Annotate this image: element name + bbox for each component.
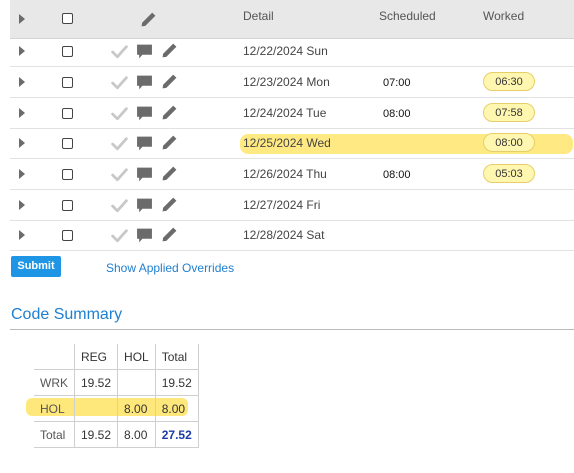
expand-row-icon[interactable] bbox=[19, 108, 25, 118]
row-detail: 12/23/2024 Mon bbox=[243, 75, 330, 89]
comment-icon[interactable] bbox=[136, 74, 153, 91]
pencil-icon[interactable] bbox=[140, 11, 157, 28]
summary-row-label: HOL bbox=[34, 395, 75, 422]
summary-cell: 8.00 bbox=[117, 395, 156, 422]
row-checkbox[interactable] bbox=[62, 138, 73, 149]
row-scheduled: 07:00 bbox=[383, 77, 411, 89]
row-checkbox[interactable] bbox=[62, 230, 73, 241]
summary-column-header: HOL bbox=[117, 344, 156, 370]
table-row: 12/25/2024 Wed 08:00 bbox=[10, 128, 574, 159]
expand-row-icon[interactable] bbox=[19, 46, 25, 56]
summary-corner-cell bbox=[34, 344, 75, 370]
worked-time-badge[interactable]: 08:00 bbox=[483, 133, 535, 152]
scheduled-column-header: Scheduled bbox=[379, 9, 436, 23]
row-checkbox[interactable] bbox=[62, 200, 73, 211]
pencil-icon[interactable] bbox=[161, 196, 178, 213]
select-all-checkbox[interactable] bbox=[62, 13, 73, 24]
row-detail: 12/25/2024 Wed bbox=[243, 136, 331, 150]
comment-icon[interactable] bbox=[136, 197, 153, 214]
checkmark-icon[interactable] bbox=[111, 227, 128, 244]
pencil-icon[interactable] bbox=[161, 134, 178, 151]
worked-time-badge[interactable]: 07:58 bbox=[483, 103, 535, 122]
table-row: 12/23/2024 Mon 07:00 06:30 bbox=[10, 67, 574, 98]
checkmark-icon[interactable] bbox=[111, 43, 128, 60]
row-detail: 12/28/2024 Sat bbox=[243, 228, 325, 242]
table-row: 12/24/2024 Tue 08:00 07:58 bbox=[10, 98, 574, 129]
table-row: 12/22/2024 Sun bbox=[10, 36, 574, 67]
summary-cell: 19.52 bbox=[73, 421, 119, 448]
row-checkbox[interactable] bbox=[62, 169, 73, 180]
show-applied-overrides-link[interactable]: Show Applied Overrides bbox=[106, 261, 234, 275]
section-divider bbox=[10, 329, 574, 330]
detail-column-header: Detail bbox=[243, 9, 274, 23]
worked-time-badge[interactable]: 05:03 bbox=[483, 164, 535, 183]
summary-cell: 19.52 bbox=[154, 369, 199, 396]
expand-row-icon[interactable] bbox=[19, 230, 25, 240]
row-scheduled: 08:00 bbox=[383, 169, 411, 181]
checkmark-icon[interactable] bbox=[111, 166, 128, 183]
expand-row-icon[interactable] bbox=[19, 200, 25, 210]
pencil-icon[interactable] bbox=[161, 73, 178, 90]
summary-column-header: Total bbox=[154, 344, 199, 370]
table-row: 12/28/2024 Sat bbox=[10, 220, 574, 251]
comment-icon[interactable] bbox=[136, 43, 153, 60]
pencil-icon[interactable] bbox=[161, 104, 178, 121]
summary-column-header: REG bbox=[73, 344, 119, 370]
code-summary-table: REG HOL Total WRK 19.52 19.52 HOL 8.00 8… bbox=[34, 344, 199, 448]
summary-row: HOL 8.00 8.00 bbox=[34, 395, 199, 422]
worked-column-header: Worked bbox=[483, 9, 525, 23]
expand-row-icon[interactable] bbox=[19, 77, 25, 87]
row-detail: 12/27/2024 Fri bbox=[243, 198, 321, 212]
summary-cell bbox=[117, 369, 156, 396]
comment-icon[interactable] bbox=[136, 166, 153, 183]
checkmark-icon[interactable] bbox=[111, 74, 128, 91]
pencil-icon[interactable] bbox=[161, 165, 178, 182]
row-detail: 12/24/2024 Tue bbox=[243, 106, 327, 120]
summary-row-label: Total bbox=[34, 421, 75, 448]
timesheet-header: Detail Scheduled Worked bbox=[10, 0, 574, 39]
pencil-icon[interactable] bbox=[161, 226, 178, 243]
checkmark-icon[interactable] bbox=[111, 197, 128, 214]
pencil-icon[interactable] bbox=[161, 42, 178, 59]
row-scheduled: 08:00 bbox=[383, 108, 411, 120]
summary-grand-total: 27.52 bbox=[154, 421, 199, 448]
expand-all-icon[interactable] bbox=[19, 14, 25, 24]
expand-row-icon[interactable] bbox=[19, 138, 25, 148]
row-checkbox[interactable] bbox=[62, 77, 73, 88]
summary-header-row: REG HOL Total bbox=[34, 344, 199, 370]
summary-cell: 19.52 bbox=[73, 369, 119, 396]
comment-icon[interactable] bbox=[136, 105, 153, 122]
row-checkbox[interactable] bbox=[62, 108, 73, 119]
comment-icon[interactable] bbox=[136, 227, 153, 244]
submit-button[interactable]: Submit bbox=[11, 256, 61, 277]
table-row: 12/27/2024 Fri bbox=[10, 190, 574, 221]
row-detail: 12/26/2024 Thu bbox=[243, 167, 327, 181]
worked-time-badge[interactable]: 06:30 bbox=[483, 72, 535, 91]
summary-row-label: WRK bbox=[34, 369, 75, 396]
comment-icon[interactable] bbox=[136, 135, 153, 152]
summary-cell: 8.00 bbox=[117, 421, 156, 448]
summary-cell bbox=[73, 395, 119, 422]
checkmark-icon[interactable] bbox=[111, 135, 128, 152]
summary-cell: 8.00 bbox=[154, 395, 199, 422]
summary-row: Total 19.52 8.00 27.52 bbox=[34, 421, 199, 448]
checkmark-icon[interactable] bbox=[111, 105, 128, 122]
table-row: 12/26/2024 Thu 08:00 05:03 bbox=[10, 159, 574, 190]
row-checkbox[interactable] bbox=[62, 46, 73, 57]
expand-row-icon[interactable] bbox=[19, 169, 25, 179]
summary-row: WRK 19.52 19.52 bbox=[34, 369, 199, 396]
row-detail: 12/22/2024 Sun bbox=[243, 44, 328, 58]
code-summary-title: Code Summary bbox=[11, 306, 123, 323]
